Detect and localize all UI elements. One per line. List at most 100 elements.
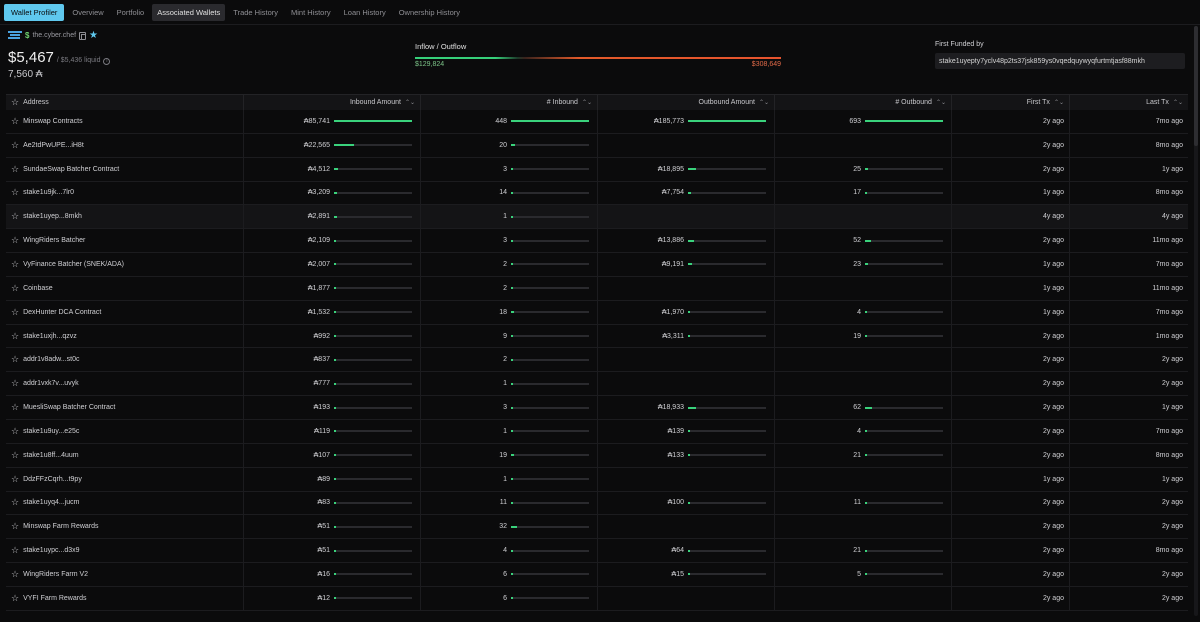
- column-header-inbound-amount[interactable]: Inbound Amount ⌃⌄: [244, 95, 421, 110]
- star-icon[interactable]: ☆: [11, 593, 19, 604]
- address-cell[interactable]: ☆ stake1u9uy...e25c: [6, 419, 244, 443]
- column-header-inbound[interactable]: # Inbound ⌃⌄: [421, 95, 598, 110]
- tab-portfolio[interactable]: Portfolio: [112, 4, 150, 21]
- table-row[interactable]: ☆ DdzFFzCqrh...t9py ₳89 1 1y ago 1y ago: [6, 467, 1188, 492]
- table-row[interactable]: ☆ stake1uyep...8mkh ₳2,891 1 4y ago 4y ago: [6, 205, 1188, 230]
- address-cell[interactable]: ☆ stake1u9jk...7lr0: [6, 181, 244, 205]
- sort-icon[interactable]: ⌃⌄: [936, 100, 946, 106]
- address-cell[interactable]: ☆ stake1uyq4...jucm: [6, 491, 244, 515]
- star-icon[interactable]: ☆: [11, 140, 19, 151]
- star-icon[interactable]: ☆: [11, 354, 19, 365]
- table-row[interactable]: ☆ stake1u8ff...4uum ₳107 19 ₳133 21 2y ago 8mo …: [6, 443, 1188, 468]
- star-icon[interactable]: ☆: [11, 378, 19, 389]
- address-cell[interactable]: ☆ stake1uyep...8mkh: [6, 205, 244, 229]
- copy-icon[interactable]: [79, 31, 87, 40]
- address-text[interactable]: addr1vxk7v...uvyk: [23, 380, 79, 387]
- star-icon[interactable]: ☆: [11, 402, 19, 413]
- favorite-star-icon[interactable]: ★: [89, 30, 98, 41]
- scrollbar-thumb[interactable]: [1194, 26, 1198, 146]
- address-text[interactable]: stake1uxjh...qzvz: [23, 333, 77, 340]
- star-icon[interactable]: ☆: [11, 521, 19, 532]
- info-icon[interactable]: i: [103, 57, 111, 65]
- table-row[interactable]: ☆ DexHunter DCA Contract ₳1,532 18 ₳1,970 4 1y…: [6, 300, 1188, 325]
- address-text[interactable]: stake1uyq4...jucm: [23, 499, 79, 506]
- address-text[interactable]: MuesliSwap Batcher Contract: [23, 404, 115, 411]
- wallet-handle[interactable]: the.cyber.chef: [32, 32, 76, 39]
- first-funded-address[interactable]: stake1uyepty7yclv48p2ts37jsk859ys0vqedqu…: [935, 53, 1185, 69]
- address-text[interactable]: addr1v8adw...st0c: [23, 356, 79, 363]
- star-icon[interactable]: ☆: [11, 211, 19, 222]
- sort-icon[interactable]: ⌃⌄: [1054, 100, 1064, 106]
- tab-trade-history[interactable]: Trade History: [228, 4, 283, 21]
- tab-wallet-profiler[interactable]: Wallet Profiler: [4, 4, 65, 21]
- address-cell[interactable]: ☆ Ae2tdPwUPE...iH8t: [6, 133, 244, 157]
- address-text[interactable]: DexHunter DCA Contract: [23, 309, 101, 316]
- address-text[interactable]: SundaeSwap Batcher Contract: [23, 166, 119, 173]
- table-row[interactable]: ☆ SundaeSwap Batcher Contract ₳4,512 3 ₳18,8…: [6, 157, 1188, 182]
- address-cell[interactable]: ☆ SundaeSwap Batcher Contract: [6, 157, 244, 181]
- table-row[interactable]: ☆ MuesliSwap Batcher Contract ₳193 3 ₳18,933…: [6, 396, 1188, 420]
- star-icon[interactable]: ☆: [11, 187, 19, 198]
- tab-loan-history[interactable]: Loan History: [339, 4, 391, 21]
- address-text[interactable]: stake1u8ff...4uum: [23, 452, 79, 459]
- tab-ownership-history[interactable]: Ownership History: [394, 4, 465, 21]
- star-icon[interactable]: ☆: [11, 259, 19, 270]
- sort-icon[interactable]: ⌃⌄: [759, 100, 769, 106]
- address-text[interactable]: VyFinance Batcher (SNEK/ADA): [23, 261, 124, 268]
- star-icon[interactable]: ☆: [11, 235, 19, 246]
- column-header-address[interactable]: ☆ Address: [6, 95, 244, 110]
- star-icon[interactable]: ☆: [11, 569, 19, 580]
- table-row[interactable]: ☆ stake1u9jk...7lr0 ₳3,209 14 ₳7,754 17 1y ago…: [6, 181, 1188, 206]
- address-text[interactable]: Minswap Farm Rewards: [23, 523, 98, 530]
- address-cell[interactable]: ☆ VyFinance Batcher (SNEK/ADA): [6, 253, 244, 276]
- table-row[interactable]: ☆ WingRiders Batcher ₳2,109 3 ₳13,886 52 2y ag…: [6, 229, 1188, 254]
- address-cell[interactable]: ☆ VYFI Farm Rewards: [6, 586, 244, 610]
- address-cell[interactable]: ☆ Coinbase: [6, 276, 244, 300]
- address-text[interactable]: Minswap Contracts: [23, 118, 83, 125]
- tab-mint-history[interactable]: Mint History: [286, 4, 336, 21]
- address-cell[interactable]: ☆ addr1v8adw...st0c: [6, 348, 244, 372]
- address-cell[interactable]: ☆ DdzFFzCqrh...t9py: [6, 467, 244, 491]
- star-icon[interactable]: ☆: [11, 450, 19, 461]
- star-icon[interactable]: ☆: [11, 116, 19, 127]
- address-cell[interactable]: ☆ DexHunter DCA Contract: [6, 300, 244, 324]
- address-cell[interactable]: ☆ WingRiders Farm V2: [6, 563, 244, 586]
- address-cell[interactable]: ☆ Minswap Farm Rewards: [6, 515, 244, 539]
- star-icon[interactable]: ☆: [11, 307, 19, 318]
- column-header-last-tx[interactable]: Last Tx ⌃⌄: [1070, 95, 1188, 110]
- sort-icon[interactable]: ⌃⌄: [1173, 100, 1183, 106]
- address-cell[interactable]: ☆ Minswap Contracts: [6, 110, 244, 133]
- star-icon[interactable]: ☆: [11, 164, 19, 175]
- tab-overview[interactable]: Overview: [67, 4, 108, 21]
- address-cell[interactable]: ☆ addr1vxk7v...uvyk: [6, 372, 244, 396]
- star-icon[interactable]: ☆: [11, 497, 19, 508]
- address-text[interactable]: DdzFFzCqrh...t9py: [23, 476, 82, 483]
- table-row[interactable]: ☆ Minswap Farm Rewards ₳51 32 2y ago 2y ago: [6, 515, 1188, 540]
- sort-icon[interactable]: ⌃⌄: [405, 100, 415, 106]
- table-row[interactable]: ☆ stake1u9uy...e25c ₳119 1 ₳139 4 2y ago 7mo ag…: [6, 419, 1188, 444]
- column-header-outbound-amount[interactable]: Outbound Amount ⌃⌄: [598, 95, 775, 110]
- address-text[interactable]: VYFI Farm Rewards: [23, 595, 86, 602]
- address-cell[interactable]: ☆ stake1uxjh...qzvz: [6, 324, 244, 348]
- table-row[interactable]: ☆ stake1uypc...d3x9 ₳51 4 ₳64 21 2y ago 8mo ago: [6, 539, 1188, 564]
- address-text[interactable]: stake1uyep...8mkh: [23, 213, 82, 220]
- star-all-icon[interactable]: ☆: [11, 97, 19, 108]
- table-row[interactable]: ☆ Coinbase ₳1,877 2 1y ago 11mo ago: [6, 276, 1188, 301]
- column-header-outbound[interactable]: # Outbound ⌃⌄: [775, 95, 952, 110]
- table-row[interactable]: ☆ Ae2tdPwUPE...iH8t ₳22,565 20 2y ago 8mo ago: [6, 133, 1188, 158]
- address-cell[interactable]: ☆ WingRiders Batcher: [6, 229, 244, 253]
- address-cell[interactable]: ☆ stake1uypc...d3x9: [6, 539, 244, 563]
- scrollbar[interactable]: [1194, 26, 1198, 616]
- star-icon[interactable]: ☆: [11, 426, 19, 437]
- address-cell[interactable]: ☆ MuesliSwap Batcher Contract: [6, 396, 244, 419]
- sort-icon[interactable]: ⌃⌄: [582, 100, 592, 106]
- address-cell[interactable]: ☆ stake1u8ff...4uum: [6, 443, 244, 467]
- address-text[interactable]: stake1uypc...d3x9: [23, 547, 79, 554]
- tab-associated-wallets[interactable]: Associated Wallets: [152, 4, 226, 21]
- address-text[interactable]: WingRiders Farm V2: [23, 571, 88, 578]
- table-row[interactable]: ☆ stake1uxjh...qzvz ₳992 9 ₳3,311 19 2y ago 1mo…: [6, 324, 1188, 349]
- table-row[interactable]: ☆ VyFinance Batcher (SNEK/ADA) ₳2,007 2 ₳9,1…: [6, 253, 1188, 277]
- table-row[interactable]: ☆ WingRiders Farm V2 ₳16 6 ₳15 5 2y ago 2y ago: [6, 563, 1188, 587]
- table-row[interactable]: ☆ VYFI Farm Rewards ₳12 6 2y ago 2y ago: [6, 586, 1188, 611]
- address-text[interactable]: stake1u9uy...e25c: [23, 428, 79, 435]
